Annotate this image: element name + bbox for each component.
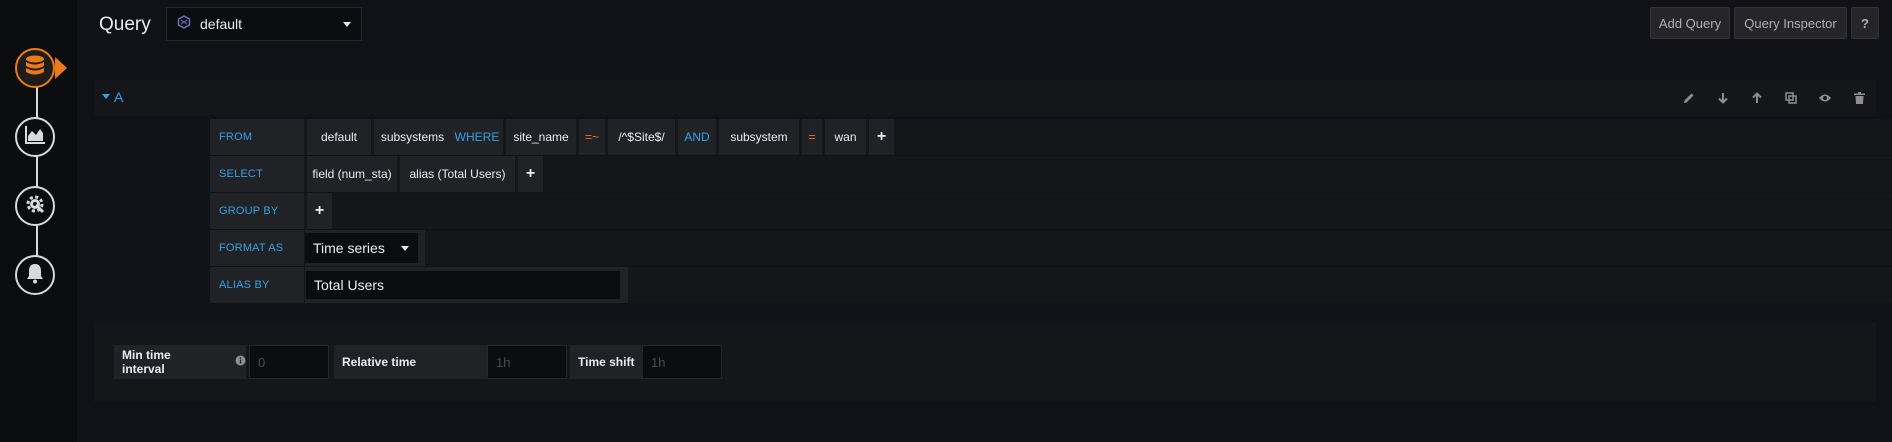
- help-button[interactable]: ?: [1851, 7, 1879, 39]
- area-chart-icon: [24, 125, 46, 150]
- tag-key-site-name[interactable]: site_name: [506, 119, 576, 155]
- group-by-row: GROUP BY +: [210, 193, 1892, 229]
- page-title: Query: [99, 14, 151, 35]
- move-down-icon[interactable]: [1706, 80, 1740, 116]
- gear-icon: [23, 192, 47, 221]
- move-up-icon[interactable]: [1740, 80, 1774, 116]
- query-options-panel: Min time interval 0 Relative time 1h Tim…: [94, 322, 1876, 402]
- format-as-keyword: FORMAT AS: [210, 230, 304, 266]
- tag-value-wan[interactable]: wan: [825, 119, 866, 155]
- active-tab-arrow: [55, 57, 67, 79]
- query-actions: [1672, 80, 1876, 116]
- from-keyword: FROM: [210, 119, 304, 155]
- alias-by-cell: Total Users: [305, 267, 628, 303]
- tag-value-site[interactable]: /^$Site$/: [608, 119, 675, 155]
- datasource-select[interactable]: default: [166, 7, 362, 41]
- query-ref-id[interactable]: A: [114, 89, 123, 105]
- from-row: FROM default subsystems WHERE site_name …: [210, 119, 1892, 155]
- add-select-button[interactable]: +: [518, 156, 543, 192]
- group-by-keyword: GROUP BY: [210, 193, 304, 229]
- alert-tab-button[interactable]: [15, 255, 55, 295]
- field-segment[interactable]: field (num_sta): [307, 156, 397, 192]
- side-rail: [0, 0, 77, 442]
- collapse-chevron-icon[interactable]: [102, 94, 110, 99]
- alias-by-input[interactable]: Total Users: [305, 270, 621, 300]
- alias-by-keyword: ALIAS BY: [210, 267, 304, 303]
- visualization-tab-button[interactable]: [15, 117, 55, 157]
- add-query-button[interactable]: Add Query: [1650, 7, 1730, 39]
- query-row-header: A: [94, 80, 1876, 116]
- general-tab-button[interactable]: [15, 186, 55, 226]
- chevron-down-icon: [401, 246, 409, 251]
- add-group-by-button[interactable]: +: [307, 193, 332, 229]
- duplicate-icon[interactable]: [1774, 80, 1808, 116]
- influxdb-icon: [177, 14, 191, 34]
- format-as-cell: Time series: [305, 230, 425, 266]
- alias-by-row: ALIAS BY Total Users: [210, 267, 1892, 303]
- select-row: SELECT field (num_sta) alias (Total User…: [210, 156, 1892, 192]
- delete-icon[interactable]: [1842, 80, 1876, 116]
- min-time-interval-label: Min time interval: [114, 345, 246, 379]
- rail-connector-line: [36, 68, 38, 276]
- add-where-button[interactable]: +: [869, 119, 894, 155]
- database-icon: [24, 54, 46, 83]
- tag-operator-equals[interactable]: =: [802, 119, 822, 155]
- query-inspector-button[interactable]: Query Inspector: [1734, 7, 1847, 39]
- select-keyword: SELECT: [210, 156, 304, 192]
- where-keyword: WHERE: [451, 119, 503, 155]
- edit-icon[interactable]: [1672, 80, 1706, 116]
- chevron-down-icon: [343, 22, 351, 27]
- and-keyword: AND: [678, 119, 716, 155]
- min-time-interval-input[interactable]: 0: [249, 345, 329, 379]
- toggle-visibility-icon[interactable]: [1808, 80, 1842, 116]
- format-as-row: FORMAT AS Time series: [210, 230, 1892, 266]
- format-as-value: Time series: [313, 240, 385, 256]
- info-icon[interactable]: [235, 355, 246, 369]
- query-editor-panel: Query default Add Query Query Inspector …: [77, 0, 1892, 442]
- relative-time-input[interactable]: 1h: [487, 345, 567, 379]
- queries-tab-button[interactable]: [15, 48, 55, 88]
- datasource-name: default: [200, 16, 243, 32]
- measurement-segment[interactable]: subsystems: [374, 119, 451, 155]
- bell-icon: [25, 262, 45, 289]
- retention-policy-segment[interactable]: default: [307, 119, 371, 155]
- tag-key-subsystem[interactable]: subsystem: [719, 119, 799, 155]
- time-shift-input[interactable]: 1h: [642, 345, 722, 379]
- alias-segment[interactable]: alias (Total Users): [400, 156, 515, 192]
- format-as-select[interactable]: Time series: [305, 233, 418, 263]
- tag-operator-regex[interactable]: =~: [579, 119, 605, 155]
